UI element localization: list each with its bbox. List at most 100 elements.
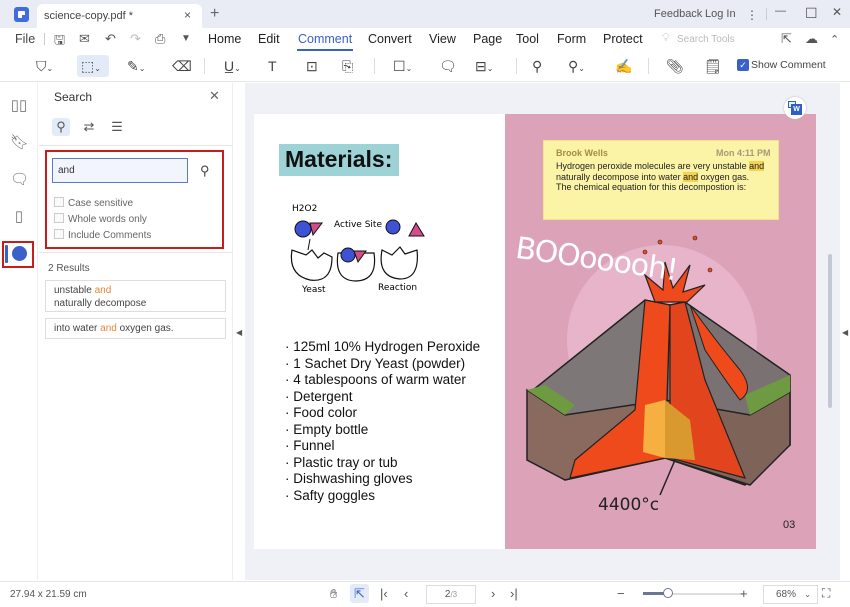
login-link[interactable]: Log In: [705, 8, 736, 20]
attachments-icon[interactable]: ▯: [10, 207, 28, 225]
ember: [657, 239, 663, 245]
stamp-tool-icon[interactable]: ⚲: [532, 55, 542, 77]
inner-chamber: [643, 400, 665, 458]
checkbox[interactable]: [54, 229, 64, 239]
vertical-scrollbar[interactable]: [828, 254, 832, 408]
document-tab[interactable]: science-copy.pdf * ×: [37, 4, 202, 28]
option-case-sensitive[interactable]: Case sensitive: [54, 197, 133, 209]
menu-edit[interactable]: Edit: [258, 32, 280, 46]
first-page-icon[interactable]: |‹: [380, 586, 388, 601]
sticky-note-tool-icon[interactable]: 🗨︎: [439, 55, 457, 77]
feedback-link[interactable]: Feedback: [654, 8, 702, 20]
materials-list-item: · Food color: [285, 405, 358, 420]
fit-page-icon[interactable]: ⛶: [822, 586, 830, 601]
label-h2o2: H2O2: [292, 204, 317, 214]
note-author: Brook Wells: [556, 148, 608, 158]
show-comment-checkbox[interactable]: ✓: [737, 59, 749, 71]
menu-convert[interactable]: Convert: [368, 32, 412, 46]
hand-tool-icon[interactable]: ✋︎: [330, 586, 337, 602]
convert-to-word-button[interactable]: W: [784, 97, 806, 119]
product-molecule: [385, 219, 401, 235]
print-icon[interactable]: ⎙: [155, 31, 165, 47]
highlight-tool-icon[interactable]: ⛉⌄: [36, 55, 53, 77]
cloud-upload-icon[interactable]: ☁: [805, 31, 818, 47]
collapse-panel-icon[interactable]: ◀: [236, 328, 242, 337]
lightbulb-icon: 💡︎: [662, 32, 670, 44]
email-icon[interactable]: ✉: [79, 31, 90, 47]
save-icon[interactable]: 🖫: [54, 31, 65, 53]
comments-icon[interactable]: 🗨︎: [10, 170, 29, 188]
menu-file[interactable]: File: [15, 32, 35, 46]
sticky-note-comment[interactable]: Brook Wells Mon 4:11 PM Hydrogen peroxid…: [543, 140, 779, 220]
quick-access-dropdown-icon[interactable]: ▼: [181, 33, 191, 44]
result-match: and: [100, 323, 117, 334]
checkbox[interactable]: [54, 197, 64, 207]
option-whole-words[interactable]: Whole words only: [54, 213, 147, 225]
tab-close-icon[interactable]: ×: [184, 8, 191, 22]
expand-right-panel-icon[interactable]: ◀: [842, 328, 848, 337]
maximize-button[interactable]: ☐: [805, 5, 818, 22]
undo-icon[interactable]: ↶: [105, 31, 116, 47]
attachment-tool-icon[interactable]: 📎︎: [666, 55, 684, 77]
option-label: Whole words only: [68, 214, 147, 225]
result-text: unstable: [54, 285, 95, 296]
materials-list-item: · Dishwashing gloves: [285, 471, 413, 486]
menu-view[interactable]: View: [429, 32, 456, 46]
minimize-button[interactable]: —: [775, 5, 786, 17]
page-number-input[interactable]: 2/3: [426, 585, 476, 604]
previous-page-icon[interactable]: ‹: [404, 586, 408, 601]
materials-list-item: · 125ml 10% Hydrogen Peroxide: [285, 339, 481, 354]
h2o2-triangle: [309, 222, 323, 237]
share-icon[interactable]: ⇱: [781, 31, 792, 47]
search-tools-input[interactable]: Search Tools: [677, 34, 735, 45]
search-result[interactable]: unstable and naturally decompose: [45, 280, 226, 312]
signature-tool-icon[interactable]: ✍: [615, 55, 632, 77]
thumbnails-icon[interactable]: ▯▯: [10, 96, 28, 114]
underline-tool-icon[interactable]: U̲⌄: [224, 55, 241, 77]
search-result[interactable]: into water and oxygen gas.: [45, 318, 226, 339]
close-window-button[interactable]: ✕: [832, 5, 842, 19]
menu-tool[interactable]: Tool: [516, 32, 539, 46]
zoom-slider-thumb[interactable]: [663, 588, 673, 598]
eraser-tool-icon[interactable]: ⌫: [172, 55, 192, 77]
measure-tool-icon[interactable]: ⊟⌄: [475, 55, 493, 77]
search-mode-tab[interactable]: ⚲: [52, 118, 70, 136]
search-input[interactable]: [52, 158, 188, 183]
custom-stamp-tool-icon[interactable]: ⚲⌄: [568, 55, 585, 77]
redo-icon[interactable]: ↷: [130, 31, 141, 47]
menu-home[interactable]: Home: [208, 32, 241, 46]
menu-comment[interactable]: Comment: [298, 32, 352, 46]
replace-mode-tab[interactable]: ⇄: [80, 118, 98, 136]
checkbox[interactable]: [54, 213, 64, 223]
menu-page[interactable]: Page: [473, 32, 502, 46]
zoom-out-icon[interactable]: −: [617, 586, 625, 601]
advanced-search-tab[interactable]: ☰: [108, 118, 126, 136]
callout-tool-icon[interactable]: ⎘: [342, 55, 353, 77]
enzyme-diagram: H2O2 Active Site Yeast Reaction: [290, 204, 425, 295]
typewriter-tool-icon[interactable]: T: [268, 55, 277, 77]
area-highlight-tool-icon[interactable]: ⬚⌄: [77, 55, 109, 77]
collapse-ribbon-icon[interactable]: ⌃: [830, 33, 839, 46]
last-page-icon[interactable]: ›|: [510, 586, 518, 601]
temperature-label: 4400°c: [598, 495, 660, 515]
new-tab-button[interactable]: +: [210, 5, 219, 23]
bookmark-icon[interactable]: 🔖︎: [10, 133, 29, 151]
comment-list-tool-icon[interactable]: 🗒︎: [704, 55, 722, 77]
next-page-icon[interactable]: ›: [491, 586, 495, 601]
pencil-tool-icon[interactable]: ✎⌄: [127, 55, 145, 77]
search-submit-icon[interactable]: ⚲: [200, 163, 210, 179]
option-include-comments[interactable]: Include Comments: [54, 229, 151, 241]
menu-protect[interactable]: Protect: [603, 32, 643, 46]
shape-tool-icon[interactable]: ☐⌄: [393, 55, 412, 77]
textbox-tool-icon[interactable]: ⊡: [306, 55, 318, 77]
app-logo-icon[interactable]: [14, 7, 29, 22]
label-reaction: Reaction: [378, 283, 417, 293]
note-text: Hydrogen peroxide molecules are very uns…: [556, 161, 750, 171]
zoom-level-select[interactable]: 68% ⌄: [763, 585, 818, 604]
panel-close-icon[interactable]: ✕: [209, 88, 220, 104]
more-options-icon[interactable]: ⋮: [746, 8, 758, 22]
menu-form[interactable]: Form: [557, 32, 586, 46]
zoom-in-icon[interactable]: +: [740, 586, 748, 601]
result-text: naturally decompose: [54, 297, 147, 309]
product-triangle: [408, 221, 425, 237]
